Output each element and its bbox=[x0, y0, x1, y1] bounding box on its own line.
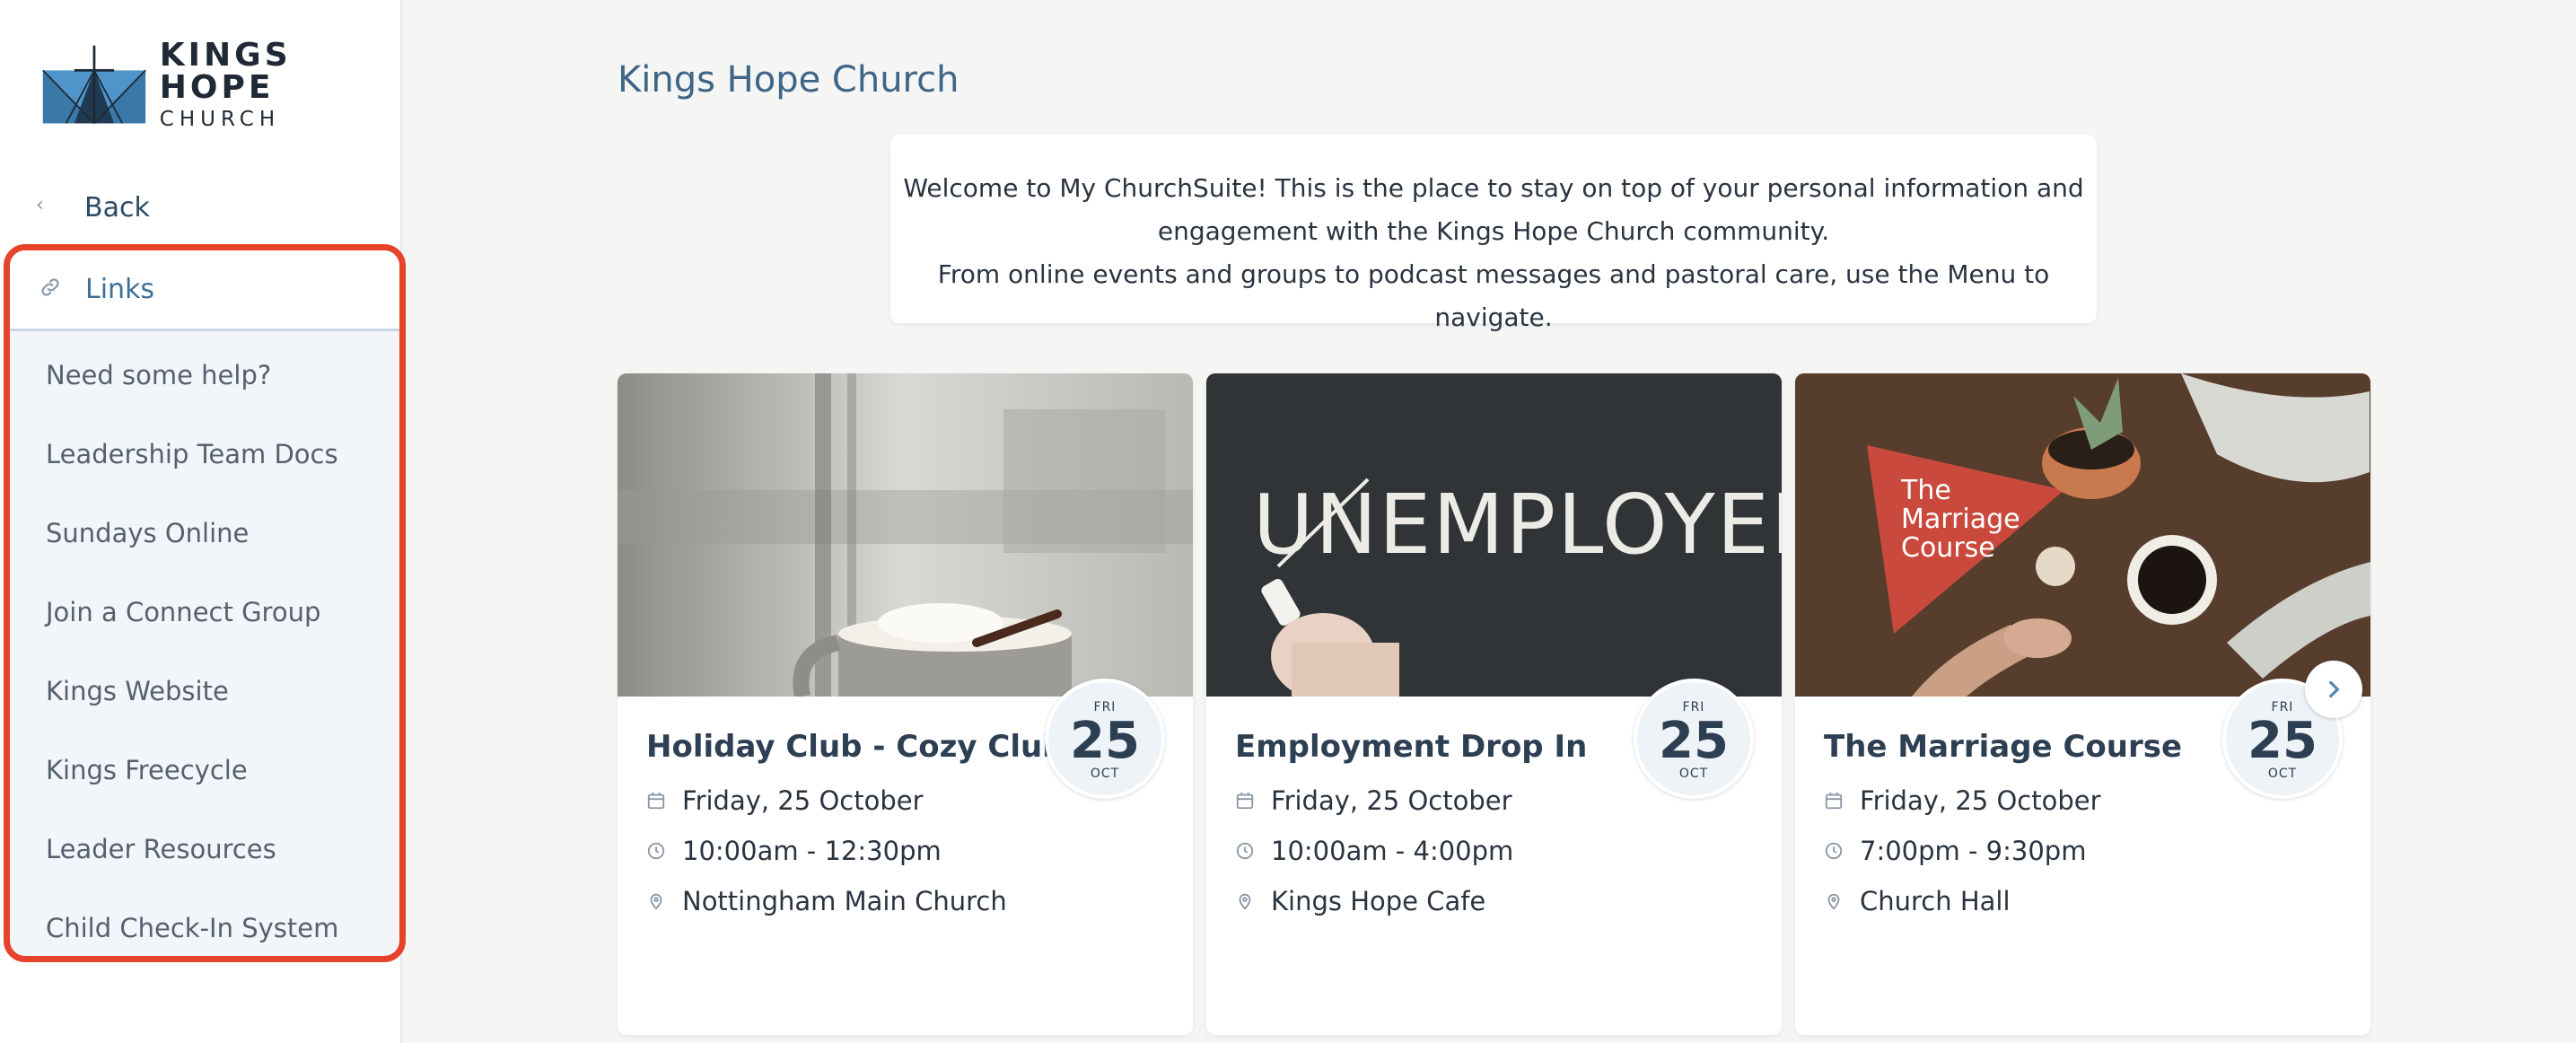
back-label: Back bbox=[84, 192, 150, 224]
event-location: Kings Hope Cafe bbox=[1271, 886, 1486, 916]
event-image: UNEMPLOYED bbox=[1206, 373, 1782, 697]
welcome-panel: Welcome to My ChurchSuite! This is the p… bbox=[890, 135, 2097, 332]
event-image bbox=[618, 373, 1193, 697]
sidebar-link-kings-website[interactable]: Kings Website bbox=[10, 652, 399, 731]
event-title[interactable]: Holiday Club - Cozy Club! bbox=[646, 729, 1078, 765]
sidebar: KINGS HOPE CHURCH ‹ Back Links Need some… bbox=[0, 0, 406, 1043]
cross-roof-logo-icon bbox=[42, 45, 146, 124]
event-location-row: Church Hall bbox=[1824, 883, 2011, 919]
date-badge: FRI 25 OCT bbox=[1634, 679, 1754, 799]
back-link[interactable]: ‹ Back bbox=[0, 174, 400, 242]
map-pin-icon bbox=[646, 891, 682, 911]
date-badge-day: 25 bbox=[2247, 712, 2318, 770]
event-date-row: Friday, 25 October bbox=[646, 783, 924, 819]
map-pin-icon bbox=[1235, 891, 1271, 911]
event-title[interactable]: Employment Drop In bbox=[1235, 729, 1587, 765]
clock-icon bbox=[1235, 841, 1271, 861]
event-date: Friday, 25 October bbox=[1860, 785, 2101, 816]
sidebar-link-child-check-in[interactable]: Child Check-In System bbox=[10, 889, 399, 956]
marriage-text-3: Course bbox=[1901, 532, 1995, 564]
date-badge: FRI 25 OCT bbox=[1045, 679, 1165, 799]
event-date: Friday, 25 October bbox=[682, 785, 924, 816]
links-header-label: Links bbox=[85, 274, 155, 305]
welcome-line-1: Welcome to My ChurchSuite! This is the p… bbox=[903, 173, 2084, 203]
chevron-left-icon: ‹ bbox=[36, 194, 44, 216]
event-date-row: Friday, 25 October bbox=[1235, 783, 1512, 819]
unemployed-text: UNEMPLOYED bbox=[1253, 477, 1782, 573]
event-title[interactable]: The Marriage Course bbox=[1824, 729, 2182, 765]
sidebar-link-kings-freecycle[interactable]: Kings Freecycle bbox=[10, 731, 399, 810]
clock-icon bbox=[1824, 841, 1860, 861]
links-list: Need some help? Leadership Team Docs Sun… bbox=[10, 331, 399, 956]
links-section: Links Need some help? Leadership Team Do… bbox=[4, 244, 406, 962]
carousel-next-button[interactable] bbox=[2305, 661, 2362, 718]
event-time-row: 10:00am - 12:30pm bbox=[646, 833, 942, 869]
link-icon bbox=[41, 278, 59, 296]
church-logo[interactable]: KINGS HOPE CHURCH bbox=[41, 39, 400, 130]
date-badge-day: 25 bbox=[1070, 712, 1140, 770]
page-title: Kings Hope Church bbox=[618, 59, 959, 101]
event-location: Church Hall bbox=[1860, 886, 2011, 916]
event-date: Friday, 25 October bbox=[1271, 785, 1512, 816]
event-time-row: 7:00pm - 9:30pm bbox=[1824, 833, 2086, 869]
chevron-right-icon bbox=[2329, 680, 2340, 698]
welcome-line-3: From online events and groups to podcast… bbox=[937, 259, 2050, 332]
brand-subtitle: CHURCH bbox=[159, 108, 281, 131]
links-header[interactable]: Links bbox=[10, 250, 399, 331]
event-time-row: 10:00am - 4:00pm bbox=[1235, 833, 1513, 869]
calendar-icon bbox=[646, 791, 682, 811]
sidebar-link-sundays-online[interactable]: Sundays Online bbox=[10, 494, 399, 573]
event-location-row: Kings Hope Cafe bbox=[1235, 883, 1485, 919]
event-date-row: Friday, 25 October bbox=[1824, 783, 2101, 819]
sidebar-link-need-help[interactable]: Need some help? bbox=[10, 336, 399, 415]
calendar-icon bbox=[1235, 791, 1271, 811]
event-location: Nottingham Main Church bbox=[682, 886, 1007, 916]
date-badge-month: OCT bbox=[2267, 767, 2298, 781]
map-pin-icon bbox=[1824, 891, 1860, 911]
date-badge-day: 25 bbox=[1659, 712, 1729, 770]
clock-icon bbox=[646, 841, 682, 861]
sidebar-link-leadership-team-docs[interactable]: Leadership Team Docs bbox=[10, 415, 399, 494]
event-time: 10:00am - 4:00pm bbox=[1271, 836, 1514, 866]
event-time: 7:00pm - 9:30pm bbox=[1860, 836, 2087, 866]
marriage-text-1: The bbox=[1900, 475, 1951, 506]
event-location-row: Nottingham Main Church bbox=[646, 883, 1007, 919]
welcome-line-2: engagement with the Kings Hope Church co… bbox=[1157, 216, 1830, 246]
event-image: The Marriage Course bbox=[1795, 373, 2370, 697]
marriage-text-2: Marriage bbox=[1901, 504, 2020, 535]
brand-name: KINGS HOPE bbox=[159, 37, 292, 106]
date-badge-month: OCT bbox=[1678, 767, 1709, 781]
calendar-icon bbox=[1824, 791, 1860, 811]
sidebar-link-join-connect-group[interactable]: Join a Connect Group bbox=[10, 573, 399, 652]
sidebar-link-leader-resources[interactable]: Leader Resources bbox=[10, 810, 399, 889]
event-time: 10:00am - 12:30pm bbox=[682, 836, 942, 866]
date-badge-month: OCT bbox=[1090, 767, 1120, 781]
